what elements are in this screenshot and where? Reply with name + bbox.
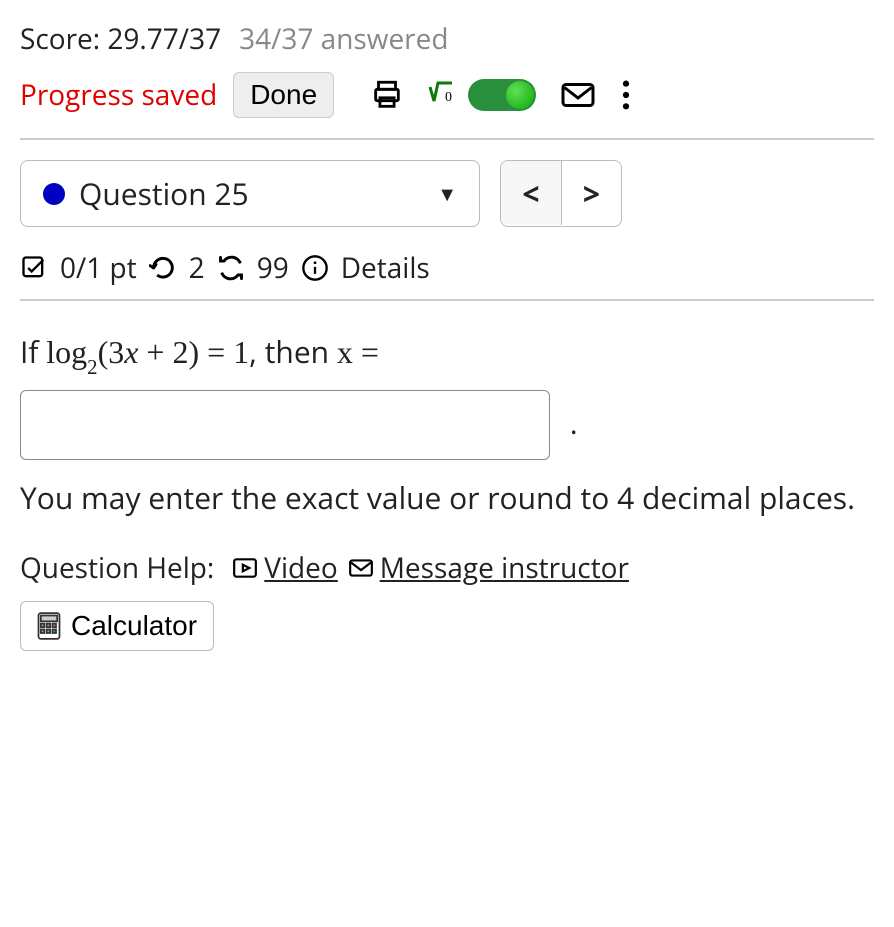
more-icon[interactable] [620, 78, 632, 112]
inner1: (3 [98, 334, 125, 370]
checkbox-icon [20, 254, 48, 282]
mail-small-icon [348, 557, 374, 579]
calculator-button[interactable]: Calculator [20, 601, 214, 651]
question-body: If log2(3x + 2) = 1, then x = . You may … [20, 331, 874, 519]
help-row: Question Help: Video Message instructor [20, 549, 874, 587]
tries-label: 2 [189, 249, 205, 287]
log-word: log [46, 334, 87, 370]
details-link[interactable]: Details [341, 249, 430, 287]
toggle-switch[interactable] [468, 79, 536, 111]
question-selector[interactable]: Question 25 ▼ [20, 160, 480, 227]
chevron-down-icon: ▼ [437, 180, 457, 207]
prev-question-button[interactable]: < [501, 161, 561, 225]
message-link-label: Message instructor [380, 549, 629, 587]
progress-saved-label: Progress saved [20, 76, 217, 114]
score-row: Score: 29.77/37 34/37 answered [20, 20, 874, 58]
video-icon [232, 557, 258, 579]
q-suffix2: = [353, 334, 379, 370]
inner2: + 2) = 1 [138, 334, 249, 370]
mail-icon[interactable] [560, 80, 596, 110]
answer-row: . [20, 376, 874, 460]
question-text: If log2(3x + 2) = 1, then x = [20, 331, 874, 376]
hint-text: You may enter the exact value or round t… [20, 478, 874, 519]
retry-icon [149, 254, 177, 282]
question-meta-row: 0/1 pt 2 99 Details [20, 249, 874, 287]
status-dot-icon [43, 183, 65, 205]
question-label: Question 25 [79, 173, 249, 214]
print-icon[interactable] [370, 78, 404, 112]
var-x1: x [124, 334, 138, 370]
next-question-button[interactable]: > [561, 161, 621, 225]
math-expression: log2(3x + 2) = 1 [46, 334, 249, 370]
answered-label: 34/37 answered [239, 20, 448, 58]
var-x2: x [337, 334, 353, 370]
svg-text:0: 0 [445, 90, 452, 105]
done-button[interactable]: Done [233, 72, 334, 118]
mathquill-toggle[interactable]: 0 [428, 78, 536, 112]
help-label: Question Help: [20, 549, 214, 587]
calculator-icon [37, 612, 61, 640]
divider [20, 299, 874, 301]
q-suffix1: , then [249, 331, 337, 372]
trailing-period: . [570, 402, 578, 443]
points-label: 0/1 pt [60, 249, 137, 287]
score-label: Score: 29.77/37 [20, 20, 221, 58]
question-nav-group: < > [500, 160, 622, 227]
reattempt-icon [217, 254, 245, 282]
q-prefix: If [20, 331, 46, 372]
video-link[interactable]: Video [232, 549, 337, 587]
toolbar-icons: 0 [370, 78, 632, 112]
reattempts-label: 99 [257, 249, 289, 287]
question-nav-row: Question 25 ▼ < > [20, 160, 874, 227]
divider [20, 138, 874, 140]
message-instructor-link[interactable]: Message instructor [348, 549, 629, 587]
status-row: Progress saved Done 0 [20, 72, 874, 118]
answer-input[interactable] [20, 390, 550, 460]
video-link-label: Video [264, 549, 337, 587]
calculator-label: Calculator [71, 610, 197, 642]
info-icon[interactable] [301, 254, 329, 282]
log-subscript: 2 [87, 356, 97, 379]
